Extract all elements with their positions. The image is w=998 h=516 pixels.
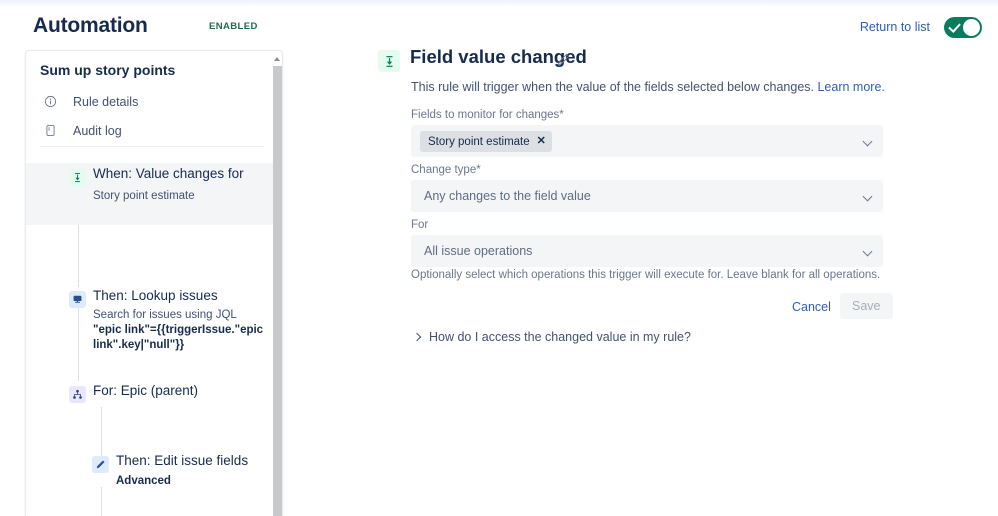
learn-more-link[interactable]: Learn more. [817, 80, 884, 94]
rule-sidebar: Sum up story points Rule details Audit l… [25, 50, 283, 516]
required-asterisk: * [559, 109, 564, 121]
for-value: All issue operations [424, 244, 533, 258]
check-icon [948, 20, 961, 33]
info-circle-icon [44, 95, 57, 108]
chevron-right-icon [412, 332, 422, 342]
chevron-down-icon[interactable] [862, 191, 873, 202]
tree-node-jql: "epic link"={{triggerIssue."epic link".k… [93, 324, 264, 351]
field-label-text: For [411, 219, 429, 231]
tree-node-title: For: Epic (parent) [93, 383, 199, 398]
tree-rail-2 [78, 301, 79, 381]
sidebar-nav-block: Rule details Audit log [26, 87, 282, 147]
sidebar-item-label: Rule details [73, 94, 139, 109]
rule-name-heading: Sum up story points [40, 62, 176, 78]
tree-node-subtitle: Advanced [116, 475, 171, 487]
save-button[interactable]: Save [840, 293, 893, 319]
change-type-label: Change type* [411, 164, 481, 176]
page-title: Automation [33, 14, 148, 37]
sidebar-item-label: Audit log [73, 123, 122, 138]
tree-node-subtitle: Story point estimate [93, 190, 195, 202]
chevron-down-icon[interactable] [862, 136, 873, 147]
tree-node-when-value-changes[interactable]: When: Value changes for Story point esti… [26, 163, 282, 225]
fields-to-monitor-label: Fields to monitor for changes* [411, 109, 564, 121]
scroll-up-arrow-icon[interactable] [273, 54, 282, 63]
tree-node-title: Then: Lookup issues [93, 288, 218, 303]
tree-rail-4 [101, 487, 102, 516]
chevron-down-icon[interactable] [862, 246, 873, 257]
tree-node-subtitle: Search for issues using JQL [93, 309, 237, 321]
disclosure-label: How do I access the changed value in my … [429, 330, 691, 344]
branch-icon [69, 386, 86, 403]
for-select[interactable]: All issue operations [411, 235, 883, 267]
trigger-icon [69, 169, 86, 186]
audit-log-icon [44, 124, 57, 137]
status-badge: ENABLED [209, 21, 258, 32]
sidebar-item-audit-log[interactable]: Audit log [26, 116, 282, 145]
tree-node-edit-issue-fields[interactable]: Then: Edit issue fields Advanced [26, 450, 282, 490]
selected-field-chip[interactable]: Story point estimate ✕ [420, 131, 552, 152]
tree-rail-1 [78, 223, 79, 287]
edit-pencil-icon [92, 456, 109, 473]
scrollbar-thumb[interactable] [273, 66, 282, 516]
toggle-knob [963, 19, 980, 36]
chip-label: Story point estimate [428, 135, 530, 148]
rename-pencil-icon[interactable] [556, 52, 572, 68]
lookup-issues-icon [69, 291, 86, 308]
field-label-text: Change type [411, 164, 477, 176]
field-value-changed-icon [378, 50, 400, 72]
page-header: Automation ENABLED Return to list [0, 6, 998, 46]
sidebar-scroll-area: Rule details Audit log When: Value chang… [26, 87, 282, 516]
field-label-text: Fields to monitor for changes [411, 109, 560, 121]
panel-description-text: This rule will trigger when the value of… [411, 80, 814, 94]
fields-to-monitor-select[interactable]: Story point estimate ✕ [411, 125, 883, 157]
panel-description: This rule will trigger when the value of… [411, 80, 885, 94]
automation-rule-editor-page: Automation ENABLED Return to list Sum up… [0, 0, 998, 516]
return-to-list-link[interactable]: Return to list [860, 20, 930, 34]
remove-chip-icon[interactable]: ✕ [537, 136, 546, 147]
change-type-select[interactable]: Any changes to the field value [411, 180, 883, 212]
cancel-button[interactable]: Cancel [792, 300, 831, 314]
tree-node-lookup-issues[interactable]: Then: Lookup issues Search for issues us… [26, 285, 282, 351]
tree-node-title: Then: Edit issue fields [116, 453, 249, 468]
for-helper-text: Optionally select which operations this … [411, 269, 881, 281]
required-asterisk: * [476, 164, 481, 176]
rule-enabled-toggle[interactable] [944, 17, 982, 38]
tree-node-for-epic-parent[interactable]: For: Epic (parent) [26, 380, 282, 403]
tree-node-title: When: Value changes for [93, 166, 244, 181]
sidebar-item-rule-details[interactable]: Rule details [26, 87, 282, 116]
sidebar-divider [40, 146, 264, 147]
sidebar-scrollbar[interactable] [272, 51, 282, 516]
change-type-value: Any changes to the field value [424, 189, 591, 203]
for-label: For [411, 219, 428, 231]
